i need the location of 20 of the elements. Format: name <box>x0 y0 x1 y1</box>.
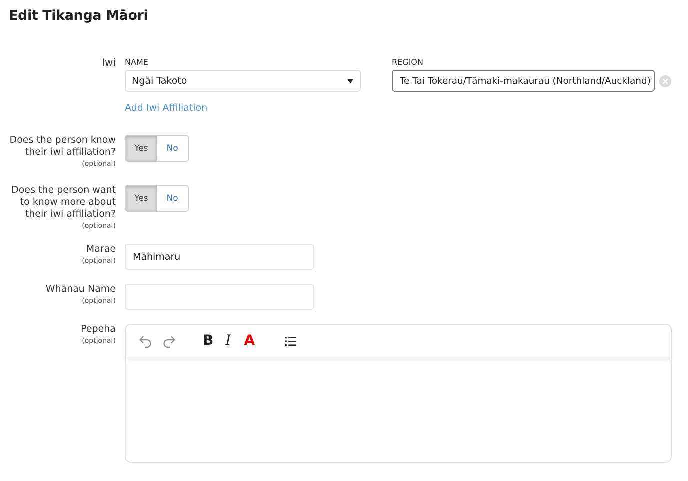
field-label: Iwi <box>101 58 116 70</box>
bold-button[interactable]: B <box>203 333 214 349</box>
italic-button[interactable]: I <box>226 333 232 349</box>
field-label: Whānau Name <box>44 284 116 296</box>
region-dropdown[interactable]: Te Tai Tokerau/Tāmaki-makaurau (Northland/Auckland) <box>392 70 655 92</box>
rich-text-editor[interactable]: B I A <box>125 324 672 463</box>
field-label: Pepeha <box>80 324 116 336</box>
field-label: Does the person want to know more about their iwi affiliation? <box>10 185 116 221</box>
name-dropdown[interactable]: Ngāi Takoto <box>125 70 361 92</box>
text-field[interactable] <box>125 284 314 310</box>
caret-icon <box>347 78 354 84</box>
field-caption: REGION <box>392 58 424 67</box>
field-label: Marae <box>85 244 116 256</box>
text-color-button[interactable]: A <box>244 333 256 349</box>
toggle-option[interactable]: Yes <box>126 186 157 211</box>
toggle-option[interactable]: Yes <box>126 136 157 161</box>
text-field[interactable]: Māhimaru <box>125 244 314 270</box>
page-title: Edit Tikanga Māori <box>9 8 150 24</box>
field-label: Does the person know their iwi affiliation? <box>9 135 116 159</box>
field-caption: NAME <box>125 58 150 67</box>
